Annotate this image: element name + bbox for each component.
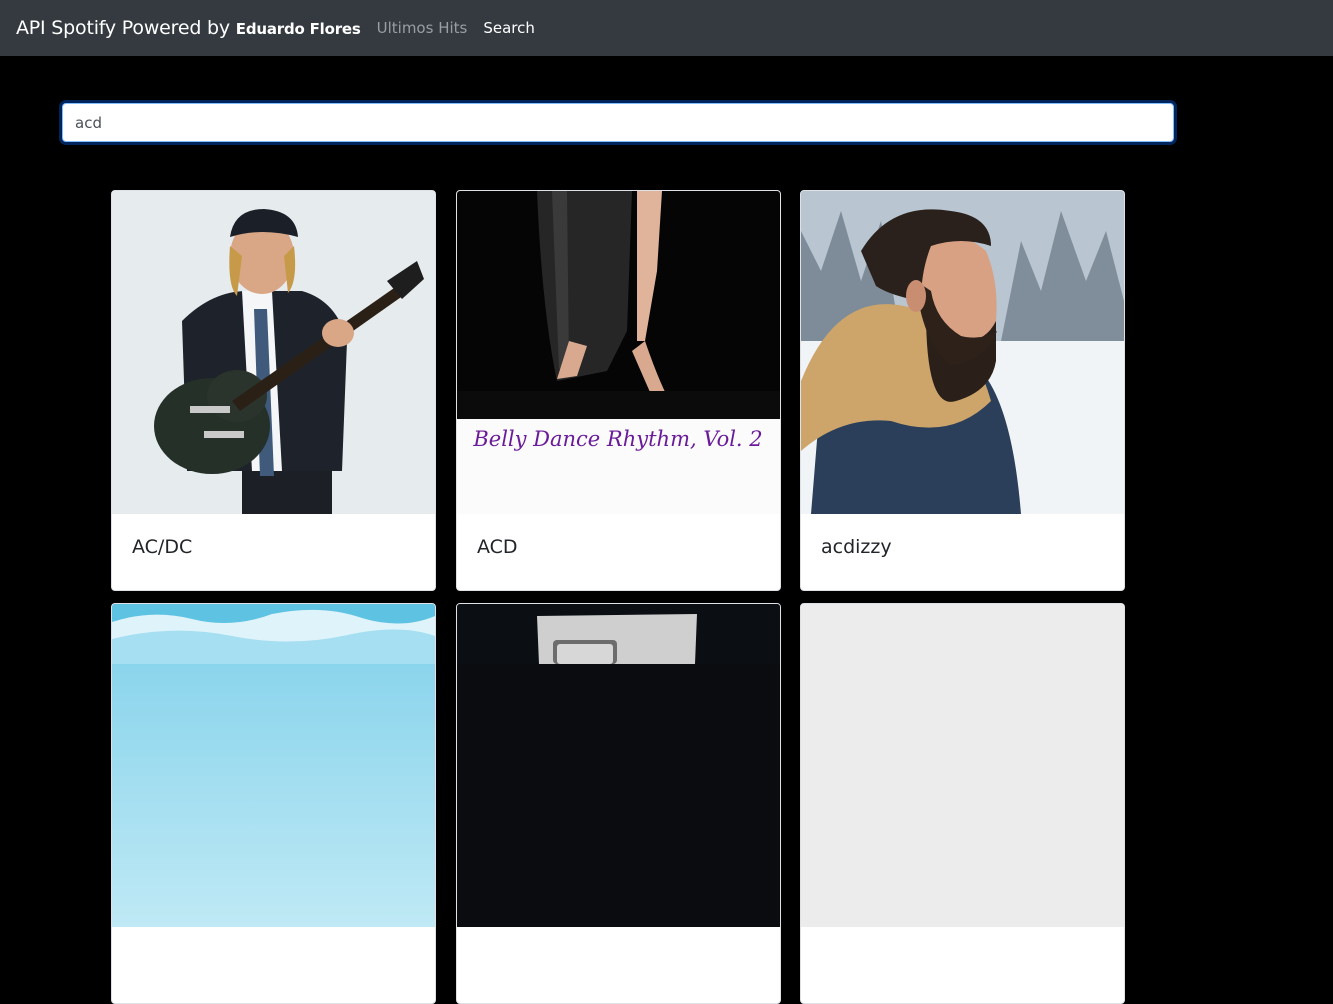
bearded-man-photo <box>801 191 1124 514</box>
album-cover: Belly Dance Rhythm, Vol. 2 <box>457 191 780 514</box>
artist-name: AC/DC <box>132 536 193 558</box>
guitarist-photo <box>112 191 435 514</box>
turntable-cover-image <box>457 604 780 664</box>
search-input[interactable] <box>62 103 1174 142</box>
artist-card[interactable] <box>800 603 1125 1004</box>
artist-card[interactable]: Belly Dance Rhythm, Vol. 2 ACD <box>456 190 781 591</box>
brand-author: Eduardo Flores <box>235 20 361 38</box>
artist-card[interactable] <box>456 603 781 1004</box>
artist-image <box>801 604 1124 927</box>
nav-ultimos-hits[interactable]: Ultimos Hits <box>377 19 468 37</box>
brand-prefix: API Spotify Powered by <box>16 17 230 39</box>
sky-cover-image <box>112 604 435 664</box>
nav-search[interactable]: Search <box>483 19 535 37</box>
top-navbar: API Spotify Powered by Eduardo Flores Ul… <box>0 0 1333 56</box>
artist-card[interactable]: acdizzy <box>800 190 1125 591</box>
artist-card[interactable] <box>111 603 436 1004</box>
artist-name: ACD <box>477 536 518 558</box>
artist-name: acdizzy <box>821 536 892 558</box>
artist-image <box>801 191 1124 514</box>
artist-image: Belly Dance Rhythm, Vol. 2 <box>457 191 780 514</box>
brand[interactable]: API Spotify Powered by Eduardo Flores <box>16 17 361 39</box>
artist-image <box>457 604 780 927</box>
artist-card[interactable]: AC/DC <box>111 190 436 591</box>
artist-image <box>112 191 435 514</box>
cover-title: Belly Dance Rhythm, Vol. 2 <box>472 427 762 451</box>
artist-image <box>112 604 435 927</box>
